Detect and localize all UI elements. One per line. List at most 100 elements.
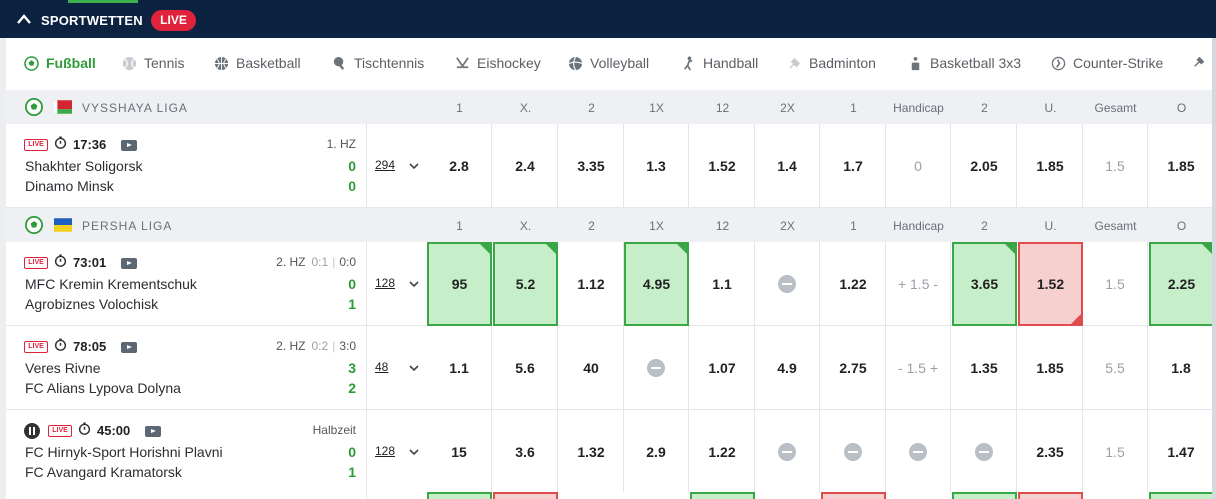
tab-eishockey[interactable]: Eishockey [455,38,541,88]
tab-counter-strike[interactable]: Counter-Strike [1051,38,1163,88]
odds-cell[interactable]: 1.47 [1149,410,1212,494]
chevron-down-icon[interactable] [409,364,419,372]
live-stream-icon[interactable] [121,258,137,269]
odds-cell[interactable] [755,410,820,494]
football-icon [25,98,43,116]
odds-cell[interactable]: 1.85 [1018,326,1083,410]
odds-cell[interactable]: 1.07 [690,326,755,410]
odds-cell[interactable]: 1.52 [1018,242,1083,326]
odds-cell[interactable]: 1.1 [690,242,755,326]
chevron-down-icon[interactable] [409,448,419,456]
match-row[interactable]: LIVE 17:36 1. HZ Shakhter Soligorsk Dinamo M… [6,124,1212,208]
odds-cell[interactable]: 2.8 [427,124,492,208]
live-stream-icon[interactable] [121,140,137,151]
odds-cell[interactable]: 2.35 [1018,410,1083,494]
odds-cell[interactable]: 3.35 [559,124,624,208]
odds-cell[interactable]: 15 [427,410,492,494]
odds-cell[interactable]: 4.9 [755,326,820,410]
odds-cell[interactable]: 2.25 [1149,242,1212,326]
odds-value: 1.85 [1167,158,1195,174]
away-team[interactable]: Dinamo Minsk [25,178,114,194]
match-row[interactable]: LIVE 73:01 2. HZ 0:1 | 0:0 MFC Kremin Krements… [6,242,1212,326]
odds-cell-partial[interactable] [1149,492,1212,499]
odds-value: 1.8 [1171,360,1191,376]
tab-badminton[interactable]: Badminton [787,38,876,88]
odds-cell-partial[interactable] [427,492,492,499]
match-info[interactable]: LIVE 73:01 2. HZ 0:1 | 0:0 MFC Kremin Krements… [6,242,367,326]
odds-cell[interactable]: 1.32 [559,410,624,494]
match-info[interactable]: LIVE 17:36 1. HZ Shakhter Soligorsk Dinamo M… [6,124,367,208]
odds-cell-partial[interactable] [493,492,558,499]
away-score: 0 [348,178,356,194]
tab-tischtennis[interactable]: Tischtennis [332,38,424,88]
odds-value: - 1.5 + [897,360,939,376]
odds-cell[interactable] [886,410,951,494]
odds-cell[interactable] [821,410,886,494]
odds-cell[interactable]: 3.65 [952,242,1017,326]
odds-cell[interactable]: 95 [427,242,492,326]
chevron-up-icon[interactable] [16,12,32,26]
home-team[interactable]: MFC Kremin Krementschuk [25,276,197,292]
away-team[interactable]: Agrobiznes Volochisk [25,296,158,312]
odds-cell[interactable]: 1.85 [1018,124,1083,208]
current-score: 0:0 [339,255,356,269]
live-badge: LIVE [48,425,72,437]
odds-cell: - 1.5 + [886,326,951,410]
odds-cell[interactable]: 2.05 [952,124,1017,208]
odds-cell[interactable]: 2.9 [624,410,689,494]
odds-cell[interactable]: 1.85 [1149,124,1212,208]
live-stream-icon[interactable] [145,426,161,437]
match-row[interactable]: LIVE 45:00 Halbzeit FC Hirnyk-Sport Horishn… [6,410,1212,494]
league-header[interactable]: PERSHA LIGA 1 X. 2 1X 12 2X 1 Handicap 2 U. Gesamt O [6,208,1212,242]
odds-cell-partial[interactable] [821,492,886,499]
home-team[interactable]: FC Hirnyk-Sport Horishni Plavni [25,444,223,460]
chevron-down-icon[interactable] [409,280,419,288]
odds-cell[interactable]: 40 [559,326,624,410]
live-stream-icon[interactable] [121,342,137,353]
odds-cell[interactable]: 5.2 [493,242,558,326]
odds-cell[interactable]: 3.6 [493,410,558,494]
chevron-down-icon[interactable] [409,162,419,170]
home-team[interactable]: Shakhter Soligorsk [25,158,143,174]
away-team[interactable]: FC Alians Lypova Dolyna [25,380,181,396]
odds-cell[interactable]: 2.4 [493,124,558,208]
odds-cell[interactable]: 1.35 [952,326,1017,410]
home-team[interactable]: Veres Rivne [25,360,100,376]
tab-basketball[interactable]: Basketball [214,38,301,88]
odds-value: 40 [583,360,599,376]
odds-cell[interactable]: 4.95 [624,242,689,326]
odds-cell[interactable]: 1.7 [821,124,886,208]
odds-cell[interactable]: 1.3 [624,124,689,208]
odds-cell[interactable]: 1.22 [821,242,886,326]
away-score: 1 [348,464,356,480]
tab-basketball-3x3[interactable]: Basketball 3x3 [908,38,1021,88]
odds-cell[interactable]: 2.75 [821,326,886,410]
odds-cell[interactable]: 5.6 [493,326,558,410]
odds-cell-partial[interactable] [690,492,755,499]
match-info[interactable]: LIVE 78:05 2. HZ 0:2 | 3:0 Veres Rivne FC Alian… [6,326,367,410]
odds-cell[interactable]: 1.4 [755,124,820,208]
odds-value: 1.85 [1036,158,1064,174]
odds-cell[interactable]: 1.52 [690,124,755,208]
odds-cell[interactable]: 1.8 [1149,326,1212,410]
league-header[interactable]: VYSSHAYA LIGA 1 X. 2 1X 12 2X 1 Handicap 2 U. Gesam… [6,90,1212,124]
odds-cell[interactable]: 1.1 [427,326,492,410]
odds-cell-partial[interactable] [952,492,1017,499]
match-info[interactable]: LIVE 45:00 Halbzeit FC Hirnyk-Sport Horishn… [6,410,367,494]
odds-cell[interactable] [952,410,1017,494]
away-team[interactable]: FC Avangard Kramatorsk [25,464,182,480]
odds-value: 1.52 [1036,276,1065,292]
odds-cell[interactable] [755,242,820,326]
tab-tennis[interactable]: Tennis [122,38,184,88]
odds-cell[interactable] [624,326,689,410]
match-row[interactable]: LIVE 78:05 2. HZ 0:2 | 3:0 Veres Rivne FC Alian… [6,326,1212,410]
odds-cell[interactable]: 1.22 [690,410,755,494]
sportwetten-header[interactable]: SPORTWETTEN LIVE [0,0,1216,38]
scrollbar[interactable] [1212,38,1216,499]
tab-label: Handball [703,55,759,71]
tab-handball[interactable]: Handball [681,38,758,88]
odds-cell-partial[interactable] [1018,492,1083,499]
tab-fu-ball[interactable]: Fußball [24,38,96,88]
tab-volleyball[interactable]: Volleyball [568,38,649,88]
odds-cell[interactable]: 1.12 [559,242,624,326]
